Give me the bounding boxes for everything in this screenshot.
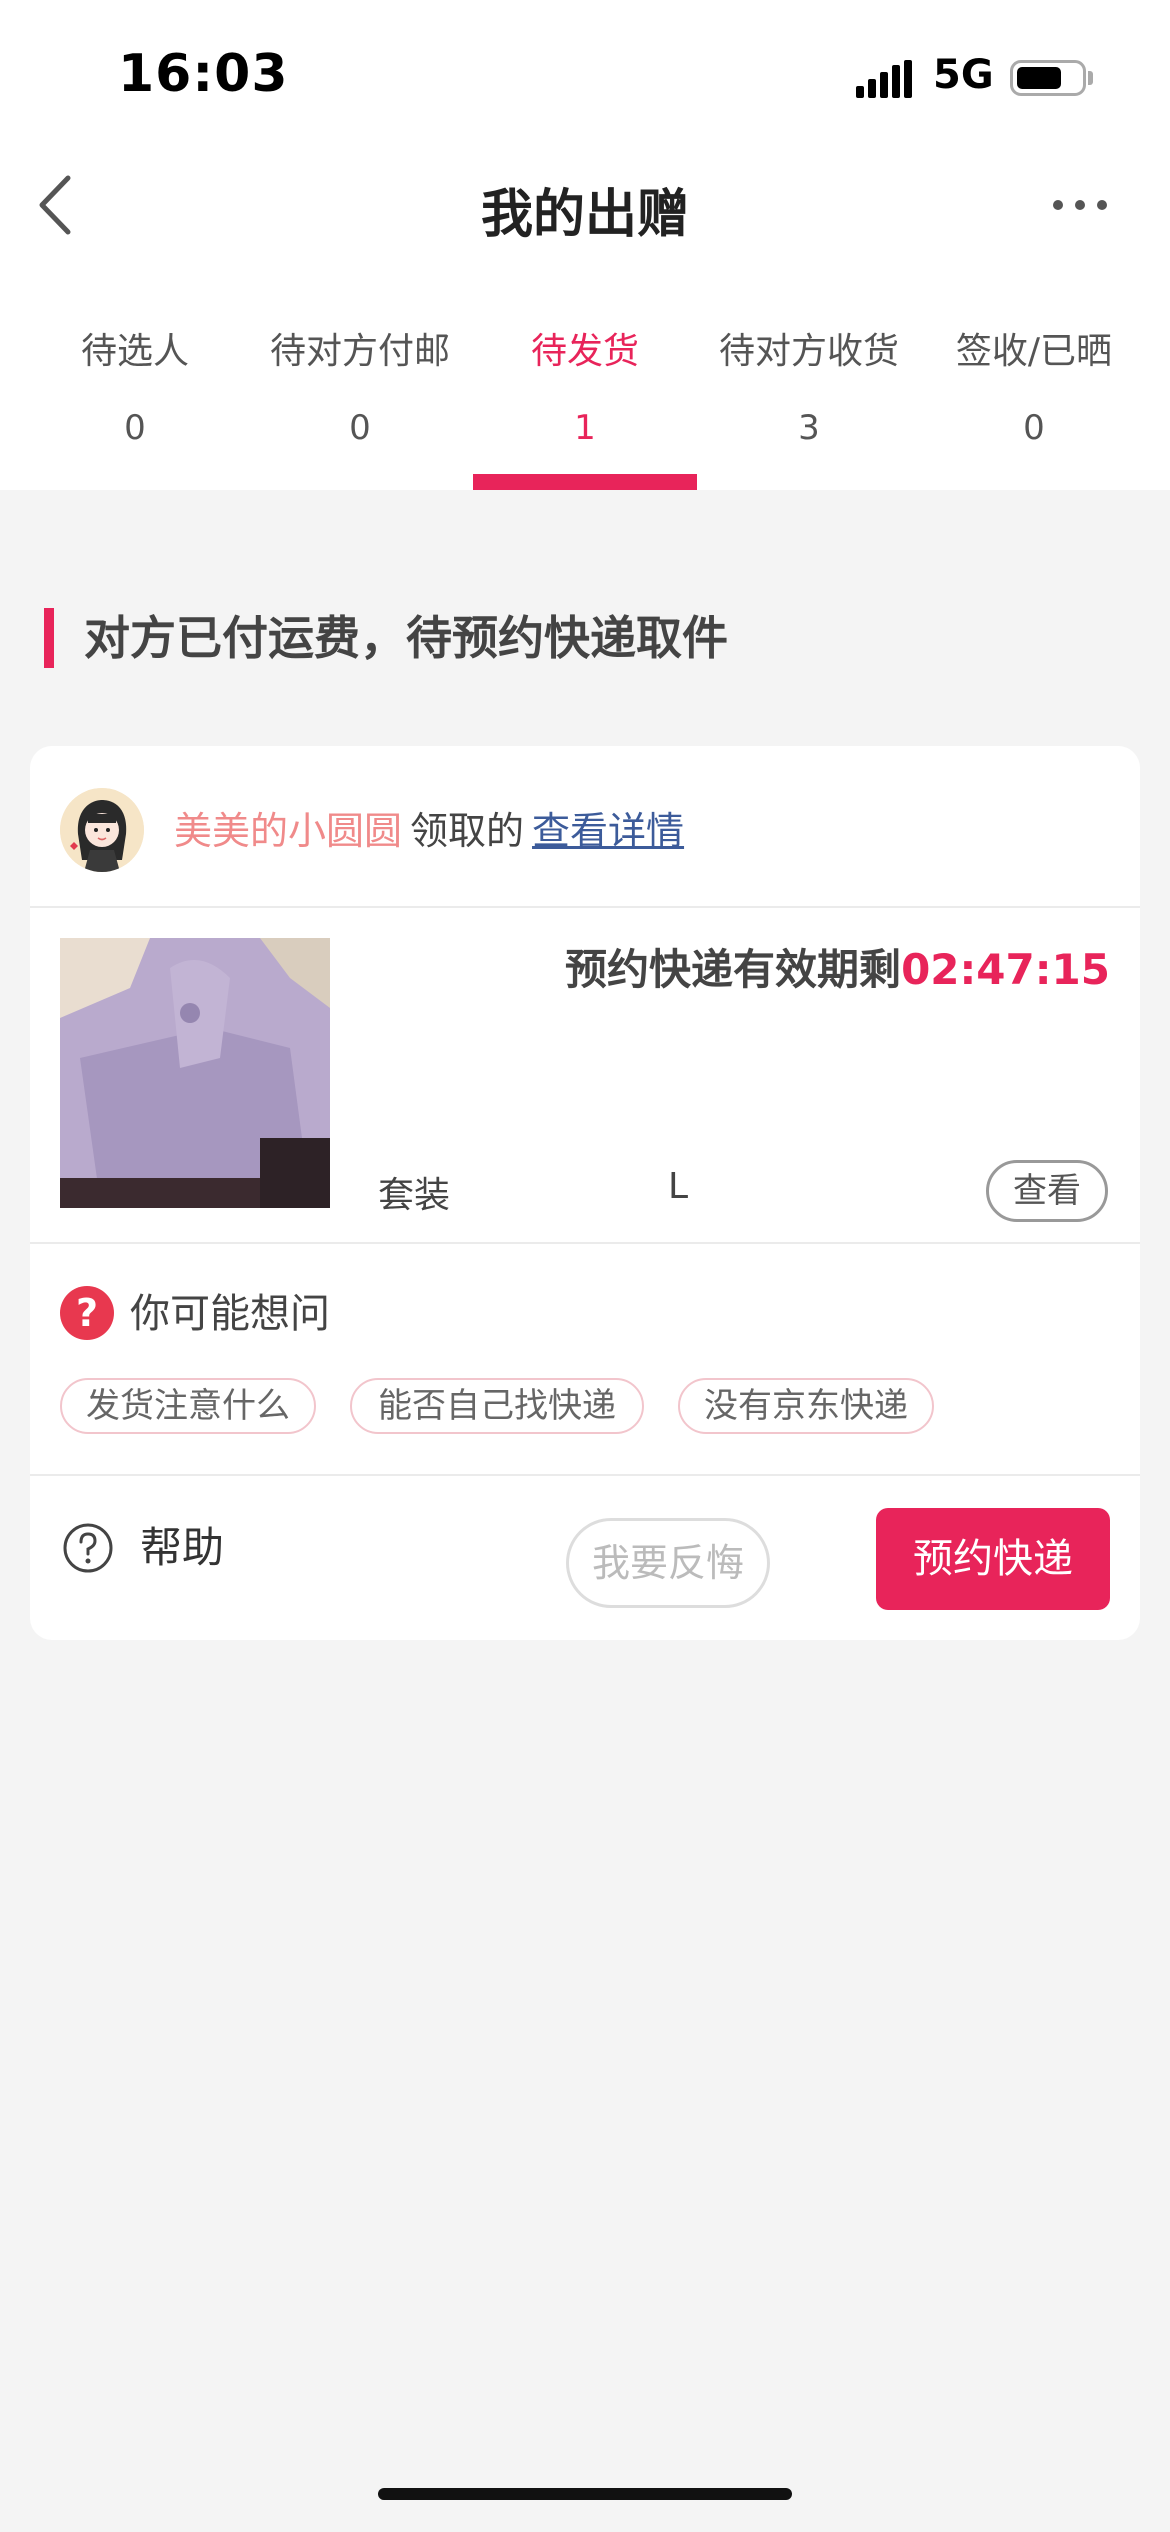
faq-chip-shipping-notes[interactable]: 发货注意什么 xyxy=(60,1378,316,1434)
tab-signed-shared[interactable]: 签收/已晒 0 xyxy=(922,324,1146,448)
countdown-label: 预约快递有效期剩 xyxy=(565,945,902,994)
regret-button[interactable]: 我要反悔 xyxy=(566,1518,770,1608)
page-title: 我的出赠 xyxy=(480,185,689,245)
battery-icon xyxy=(1010,60,1086,96)
divider xyxy=(30,1242,1140,1244)
item-size: L xyxy=(668,1166,689,1207)
avatar[interactable] xyxy=(60,788,144,872)
booking-countdown: 预约快递有效期剩02:47:15 xyxy=(565,936,1110,997)
home-indicator xyxy=(378,2488,792,2500)
countdown-time: 02:47:15 xyxy=(901,945,1110,994)
book-courier-button[interactable]: 预约快递 xyxy=(876,1508,1110,1610)
claimed-text: 领取的 xyxy=(410,809,525,853)
tab-count: 3 xyxy=(798,408,820,448)
header-area: 16:03 5G 我的出赠 待选人 0 待对方付邮 0 待发货 1 待对方收货 … xyxy=(0,0,1170,490)
tab-count: 0 xyxy=(124,408,146,448)
claim-line: 美美的小圆圆 领取的 查看详情 xyxy=(174,796,684,866)
tab-pending-receipt[interactable]: 待对方收货 3 xyxy=(697,324,921,448)
tab-label: 待发货 xyxy=(530,331,639,372)
section-accent-bar xyxy=(44,608,54,668)
tab-label: 待选人 xyxy=(80,331,189,372)
tab-count: 1 xyxy=(574,408,596,448)
tab-count: 0 xyxy=(1023,408,1045,448)
tab-pending-postage[interactable]: 待对方付邮 0 xyxy=(248,324,472,448)
faq-chip-no-jd-express[interactable]: 没有京东快递 xyxy=(678,1378,934,1434)
tab-pending-select[interactable]: 待选人 0 xyxy=(23,324,247,448)
tab-label: 待对方付邮 xyxy=(269,331,450,372)
divider xyxy=(30,1474,1140,1476)
order-card: 美美的小圆圆 领取的 查看详情 预约快递有效期剩02:47:15 套装 L 查看 ?… xyxy=(30,746,1140,1640)
tab-label: 签收/已晒 xyxy=(955,331,1113,372)
question-icon: ? xyxy=(60,1286,114,1340)
section-title: 对方已付运费，待预约快递取件 xyxy=(84,611,728,665)
item-photo-image xyxy=(60,938,330,1208)
recipient-nickname[interactable]: 美美的小圆圆 xyxy=(174,809,402,853)
battery-tip xyxy=(1088,71,1093,85)
faq-title: 你可能想问 xyxy=(130,1291,330,1337)
avatar-illustration xyxy=(60,788,144,872)
divider xyxy=(30,906,1140,908)
faq-chip-own-courier[interactable]: 能否自己找快递 xyxy=(350,1378,644,1434)
active-tab-indicator xyxy=(473,474,697,490)
status-time: 16:03 xyxy=(118,44,289,104)
item-photo[interactable] xyxy=(60,938,330,1208)
tab-pending-shipment[interactable]: 待发货 1 xyxy=(473,324,697,448)
view-details-link[interactable]: 查看详情 xyxy=(532,809,684,853)
help-icon[interactable] xyxy=(62,1522,114,1574)
more-icon[interactable] xyxy=(1050,190,1110,220)
item-type: 套装 xyxy=(378,1175,451,1216)
view-item-button[interactable]: 查看 xyxy=(986,1160,1108,1222)
tab-label: 待对方收货 xyxy=(718,331,899,372)
help-label[interactable]: 帮助 xyxy=(140,1518,224,1578)
tab-count: 0 xyxy=(349,408,371,448)
signal-icon xyxy=(856,60,912,98)
network-type: 5G xyxy=(933,52,994,98)
